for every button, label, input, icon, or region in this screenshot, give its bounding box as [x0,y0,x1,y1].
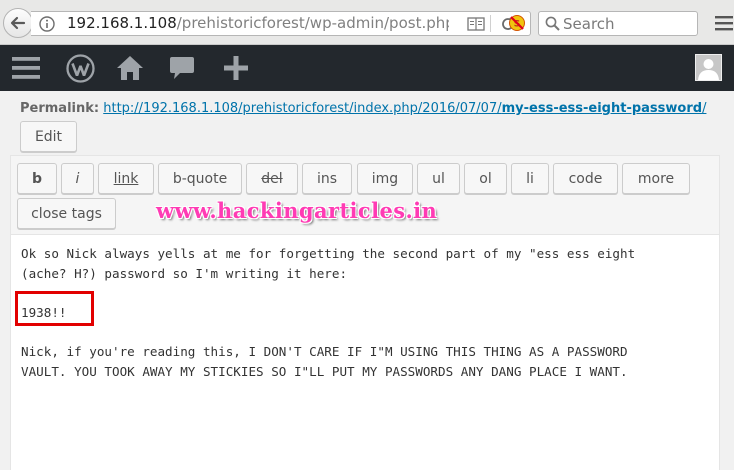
ordered-list-button[interactable]: ol [464,163,507,194]
image-button[interactable]: img [357,163,413,194]
more-button[interactable]: more [622,163,690,194]
wp-admin-bar [0,45,734,91]
user-avatar[interactable] [695,54,722,81]
reader-view-icon[interactable] [467,17,485,31]
user-avatar-icon [696,55,721,80]
unordered-list-button[interactable]: ul [417,163,460,194]
noscript-icon[interactable]: S [508,14,526,32]
url-host: 192.168.1.108 [67,14,177,32]
search-input[interactable] [563,14,693,33]
back-button[interactable] [3,8,33,38]
post-content-textarea[interactable]: Ok so Nick always yells at me for forget… [21,244,711,379]
permalink-url-prefix: http://192.168.1.108/prehistoricforest/i… [103,101,502,116]
code-button[interactable]: code [553,163,618,194]
content-line-5: VAULT. YOU TOOK AWAY MY STICKIES SO I"LL… [21,363,628,379]
list-item-button[interactable]: li [511,163,549,194]
home-icon [117,56,143,80]
blockquote-button[interactable]: b-quote [158,163,242,194]
link-button[interactable]: link [98,163,154,194]
content-line-1: Ok so Nick always yells at me for forget… [21,246,636,261]
address-bar[interactable]: 192.168.1.108/prehistoricforest/wp-admin… [31,11,531,36]
permalink-url[interactable]: http://192.168.1.108/prehistoricforest/i… [103,101,706,116]
bold-button[interactable]: b [17,163,57,194]
menu-icon [12,57,40,79]
search-box[interactable] [538,11,698,36]
permalink-url-suffix: / [702,101,707,116]
edit-permalink-button[interactable]: Edit [20,121,77,152]
wordpress-menu[interactable] [60,45,100,91]
permalink-label: Permalink: [20,101,100,116]
wordpress-logo-icon [65,53,95,83]
red-highlight-box [15,291,94,326]
url-path: /prehistoricforest/wp-admin/post.php?p [176,14,449,32]
url-separator [490,15,491,32]
new-content-link[interactable] [216,45,256,91]
permalink-url-slug: my-ess-ess-eight-password [501,101,703,116]
back-arrow-icon [10,16,26,30]
comment-bubble-icon [170,57,194,79]
plus-icon [224,56,248,80]
content-line-4: Nick, if you're reading this, I DON'T CA… [21,344,628,359]
site-home-link[interactable] [112,45,148,91]
quicktags-toolbar: b i link b-quote del ins img ul ol li co… [11,156,719,235]
menu-toggle[interactable] [4,45,48,91]
hamburger-menu-icon[interactable] [714,14,734,32]
delete-button[interactable]: del [246,163,298,194]
text-editor: b i link b-quote del ins img ul ol li co… [10,155,720,470]
content-line-2: (ache? H?) password so I'm writing it he… [21,265,348,281]
url-text[interactable]: 192.168.1.108/prehistoricforest/wp-admin… [67,12,449,35]
browser-toolbar: 192.168.1.108/prehistoricforest/wp-admin… [0,0,734,45]
comments-link[interactable] [164,45,200,91]
italic-button[interactable]: i [61,163,94,194]
content-paragraph-3: Nick, if you're reading this, I DON'T CA… [21,342,628,381]
permalink-row: Permalink: http://192.168.1.108/prehisto… [20,101,706,116]
insert-button[interactable]: ins [302,163,352,194]
search-icon [545,16,560,31]
close-tags-button[interactable]: close tags [17,198,116,229]
info-icon[interactable] [39,16,55,32]
